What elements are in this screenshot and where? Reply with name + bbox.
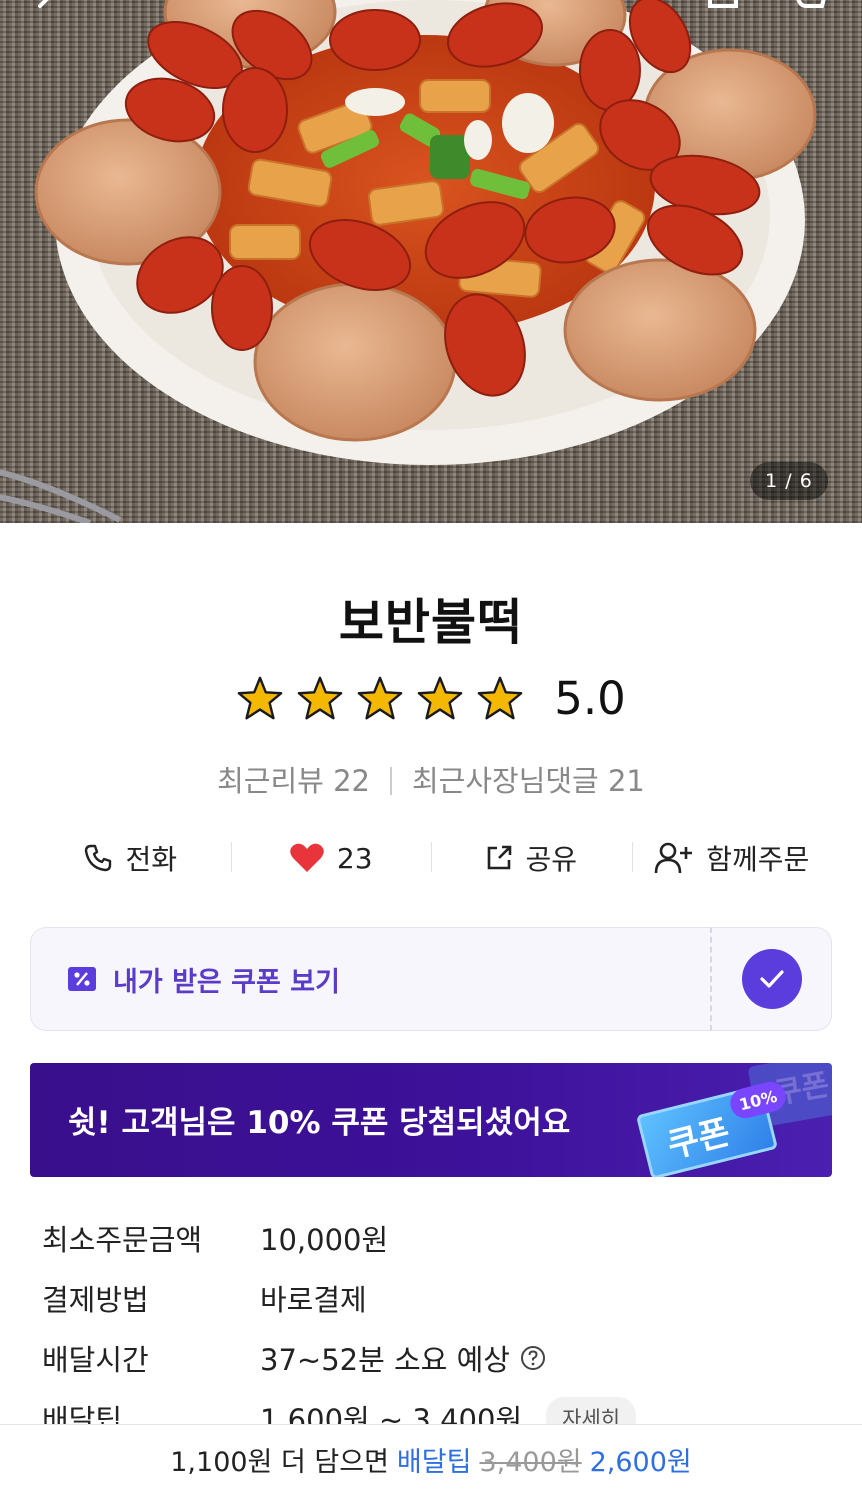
image-page-indicator: 1 / 6 xyxy=(750,462,828,500)
check-circle xyxy=(741,949,802,1009)
info-min-order: 최소주문금액 10,000원 xyxy=(42,1218,388,1258)
cart-icon[interactable] xyxy=(794,0,828,14)
back-arrow-icon[interactable] xyxy=(28,0,62,14)
banner-text: 쉿! 고객님은 10% 쿠폰 당첨되셨어요 xyxy=(68,1105,571,1141)
bottom-new-price: 2,600원 xyxy=(589,1447,692,1478)
call-button[interactable]: 전화 xyxy=(30,830,231,886)
ticket-label: 쿠폰 xyxy=(663,1112,734,1167)
coupon-icon xyxy=(68,967,96,991)
share-icon xyxy=(488,845,512,870)
bottom-tip-label: 배달팁 xyxy=(396,1447,472,1478)
home-icon[interactable] xyxy=(706,0,740,14)
my-coupons-label: 내가 받은 쿠폰 보기 xyxy=(113,966,340,998)
min-order-value: 10,000원 xyxy=(260,1223,389,1257)
info-payment: 결제방법 바로결제 xyxy=(42,1278,367,1318)
group-order-label: 함께주문 xyxy=(706,843,810,876)
store-actions: 전화 23 공유 함께주문 xyxy=(30,830,832,886)
my-coupons-button[interactable]: 내가 받은 쿠폰 보기 xyxy=(30,927,710,1031)
ticket-badge-label: 10% xyxy=(737,1086,779,1114)
bottom-old-price: 3,400원 xyxy=(479,1447,582,1478)
like-button[interactable]: 23 xyxy=(230,830,432,886)
rating-row[interactable]: 5.0 xyxy=(0,672,862,725)
check-icon xyxy=(759,970,784,988)
help-icon[interactable] xyxy=(520,1345,546,1371)
share-label: 공유 xyxy=(525,843,578,876)
rating-value: 5.0 xyxy=(554,672,626,725)
coupon-win-banner[interactable]: 쉿! 고객님은 10% 쿠폰 당첨되셨어요 쿠폰 쿠폰 10% xyxy=(30,1063,832,1177)
delivery-time-key: 배달시간 xyxy=(42,1343,149,1377)
recent-owner-replies-link[interactable]: 최근사장님댓글 21 xyxy=(412,764,645,798)
store-name: 보반불떡 xyxy=(338,594,524,651)
add-person-icon xyxy=(654,842,693,874)
star-icon xyxy=(417,676,463,719)
group-order-button[interactable]: 함께주문 xyxy=(631,830,833,886)
food-illustration xyxy=(0,0,817,523)
star-icon xyxy=(477,676,523,719)
delivery-time-wrap: 37~52분 소요 예상 xyxy=(260,1337,546,1379)
info-delivery-time: 배달시간 37~52분 소요 예상 xyxy=(42,1338,546,1378)
min-order-key: 최소주문금액 xyxy=(42,1223,203,1257)
divider xyxy=(389,767,392,795)
phone-icon xyxy=(85,844,112,872)
review-summary: 최근리뷰 22 최근사장님댓글 21 xyxy=(0,758,862,800)
share-button[interactable]: 공유 xyxy=(431,830,632,886)
recent-reviews-link[interactable]: 최근리뷰 22 xyxy=(217,764,370,798)
payment-key: 결제방법 xyxy=(42,1283,149,1317)
star-icon xyxy=(357,676,403,719)
store-hero-image[interactable]: 1 / 6 xyxy=(0,0,862,523)
star-icon xyxy=(237,676,283,719)
my-coupons-card[interactable]: 내가 받은 쿠폰 보기 xyxy=(30,927,832,1031)
like-count: 23 xyxy=(336,841,373,875)
star-icon xyxy=(297,676,343,719)
delivery-tip-bottom-bar[interactable]: 1,100원 더 담으면 배달팁 3,400원 2,600원 xyxy=(0,1424,862,1494)
delivery-time-value: 37~52분 소요 예상 xyxy=(260,1343,510,1377)
bottom-prefix: 1,100원 더 담으면 xyxy=(170,1447,389,1478)
payment-value: 바로결제 xyxy=(260,1283,367,1317)
call-label: 전화 xyxy=(125,843,178,876)
coupon-check-button[interactable] xyxy=(710,927,832,1031)
heart-icon xyxy=(290,843,324,872)
